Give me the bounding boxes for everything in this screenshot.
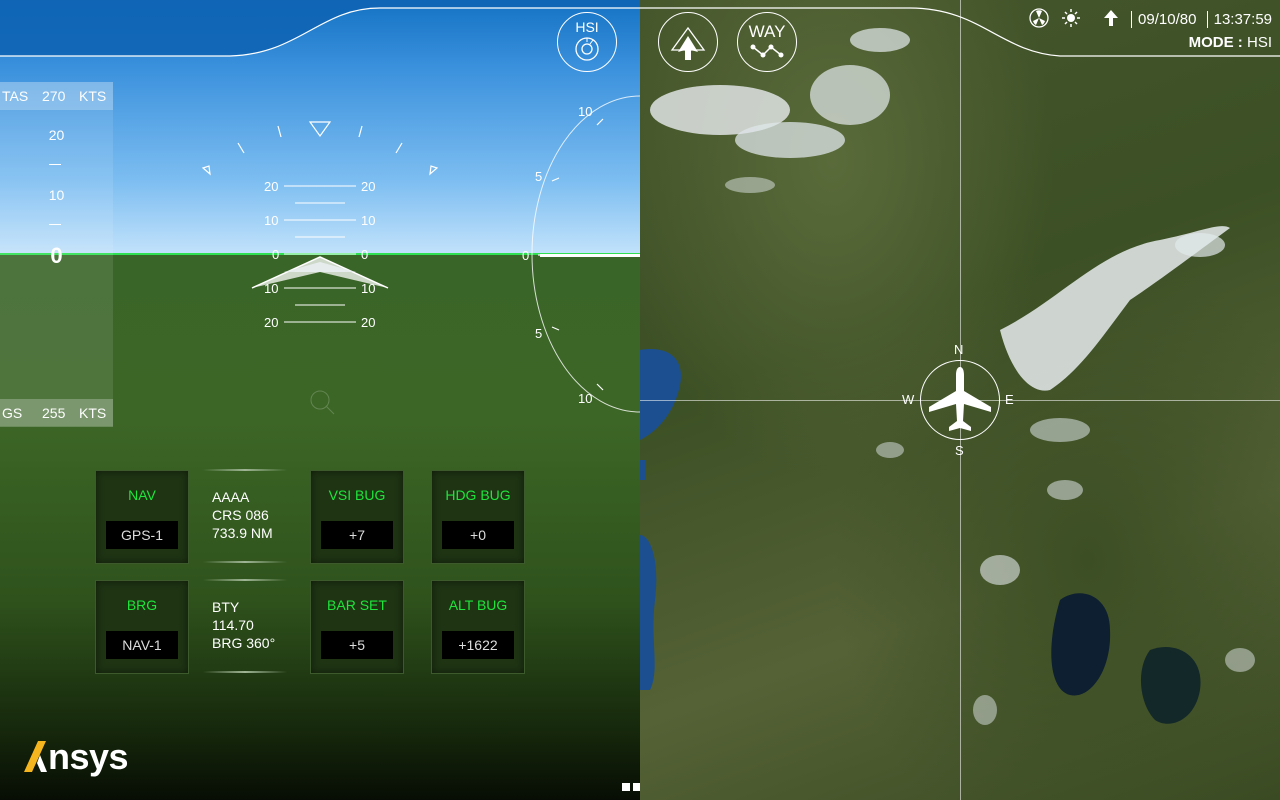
fan-icon[interactable] — [1028, 8, 1049, 28]
alt-bug-value: +1622 — [442, 631, 514, 659]
nav-info-course: CRS 086 — [212, 507, 269, 523]
mode-value: HSI — [1246, 34, 1272, 51]
nav-info-distance: 733.9 NM — [212, 525, 273, 541]
compass-south-label: S — [955, 443, 964, 458]
vsi-label: 10 — [578, 391, 592, 406]
compass-rose-icon — [575, 37, 599, 61]
bar-set-title: BAR SET — [327, 597, 387, 613]
hdg-bug-title: HDG BUG — [445, 487, 511, 503]
way-button-label: WAY — [748, 22, 786, 41]
hsi-button[interactable]: HSI — [557, 12, 617, 72]
nav-info: AAAA CRS 086 733.9 NM — [212, 488, 273, 542]
waypoint-button[interactable]: WAY — [737, 12, 797, 72]
alt-bug-control[interactable]: ALT BUG +1622 — [431, 580, 525, 674]
aircraft-heading-icon — [670, 26, 706, 60]
pitch-label: 0 — [272, 247, 279, 262]
ansys-logo: nsys — [22, 736, 129, 778]
brg-panel-title: BRG — [126, 597, 158, 613]
vsi-bug-value: +7 — [321, 521, 393, 549]
brg-source-selector[interactable]: BRG NAV-1 — [95, 580, 189, 674]
attitude-indicator: 20 20 10 10 0 0 10 10 20 20 10 5 0 5 10 — [201, 95, 640, 415]
pitch-label: 20 — [361, 179, 375, 194]
pitch-ladder — [284, 185, 356, 323]
arrow-up-icon[interactable] — [1101, 8, 1121, 28]
pitch-label: 0 — [361, 247, 368, 262]
pitch-label: 20 — [361, 315, 375, 330]
bar-set-control[interactable]: BAR SET +5 — [310, 580, 404, 674]
mode-display: MODE : HSI — [1029, 34, 1272, 51]
nav-panel-title: NAV — [128, 487, 156, 503]
brg-info: BTY 114.70 BRG 360° — [212, 598, 275, 652]
page-dot[interactable] — [622, 783, 630, 791]
vsi-label: 0 — [522, 248, 529, 263]
vsi-label: 5 — [535, 326, 542, 341]
route-icon — [750, 44, 784, 58]
divider — [203, 579, 287, 581]
hdg-bug-value: +0 — [442, 521, 514, 549]
nav-panel-value: GPS-1 — [106, 521, 178, 549]
vsi-pointer — [540, 254, 640, 257]
brightness-icon[interactable] — [1061, 8, 1081, 28]
pitch-label: 10 — [264, 213, 278, 228]
divider — [203, 671, 287, 673]
vsi-label: 5 — [535, 169, 542, 184]
divider — [203, 469, 287, 471]
hsi-button-label: HSI — [575, 19, 599, 35]
logo-mark-icon — [24, 741, 47, 772]
compass-north-label: N — [954, 342, 964, 357]
north-up-button[interactable] — [658, 12, 718, 72]
time-display: 13:37:59 — [1206, 11, 1272, 28]
bank-scale — [201, 121, 439, 176]
brg-info-station: BTY — [212, 599, 240, 615]
vsi-bug-title: VSI BUG — [328, 487, 386, 503]
brg-info-frequency: 114.70 — [212, 617, 254, 633]
logo-text: nsys — [48, 736, 129, 777]
ownship-compass — [920, 360, 1000, 440]
nav-info-waypoint: AAAA — [212, 489, 250, 505]
airplane-icon — [929, 367, 991, 431]
date-display: 09/10/80 — [1131, 11, 1197, 28]
bar-set-value: +5 — [321, 631, 393, 659]
compass-east-label: E — [1005, 392, 1014, 407]
pitch-label: 10 — [361, 213, 375, 228]
flight-path-marker-icon — [310, 390, 335, 415]
vsi-label: 10 — [578, 104, 592, 119]
mode-label: MODE : — [1188, 34, 1243, 51]
vsi-bug-control[interactable]: VSI BUG +7 — [310, 470, 404, 564]
alt-bug-title: ALT BUG — [448, 597, 508, 613]
nav-source-selector[interactable]: NAV GPS-1 — [95, 470, 189, 564]
status-bar: 09/10/80 13:37:59 MODE : HSI — [1028, 8, 1272, 51]
pitch-label: 20 — [264, 315, 278, 330]
brg-panel-value: NAV-1 — [106, 631, 178, 659]
compass-west-label: W — [902, 392, 915, 407]
pitch-label: 20 — [264, 179, 278, 194]
primary-flight-display: TAS 270 KTS 20 10 0 GS 255 KTS 20 20 10 … — [0, 0, 640, 800]
divider — [203, 561, 287, 563]
hdg-bug-control[interactable]: HDG BUG +0 — [431, 470, 525, 564]
brg-info-bearing: BRG 360° — [212, 635, 276, 651]
